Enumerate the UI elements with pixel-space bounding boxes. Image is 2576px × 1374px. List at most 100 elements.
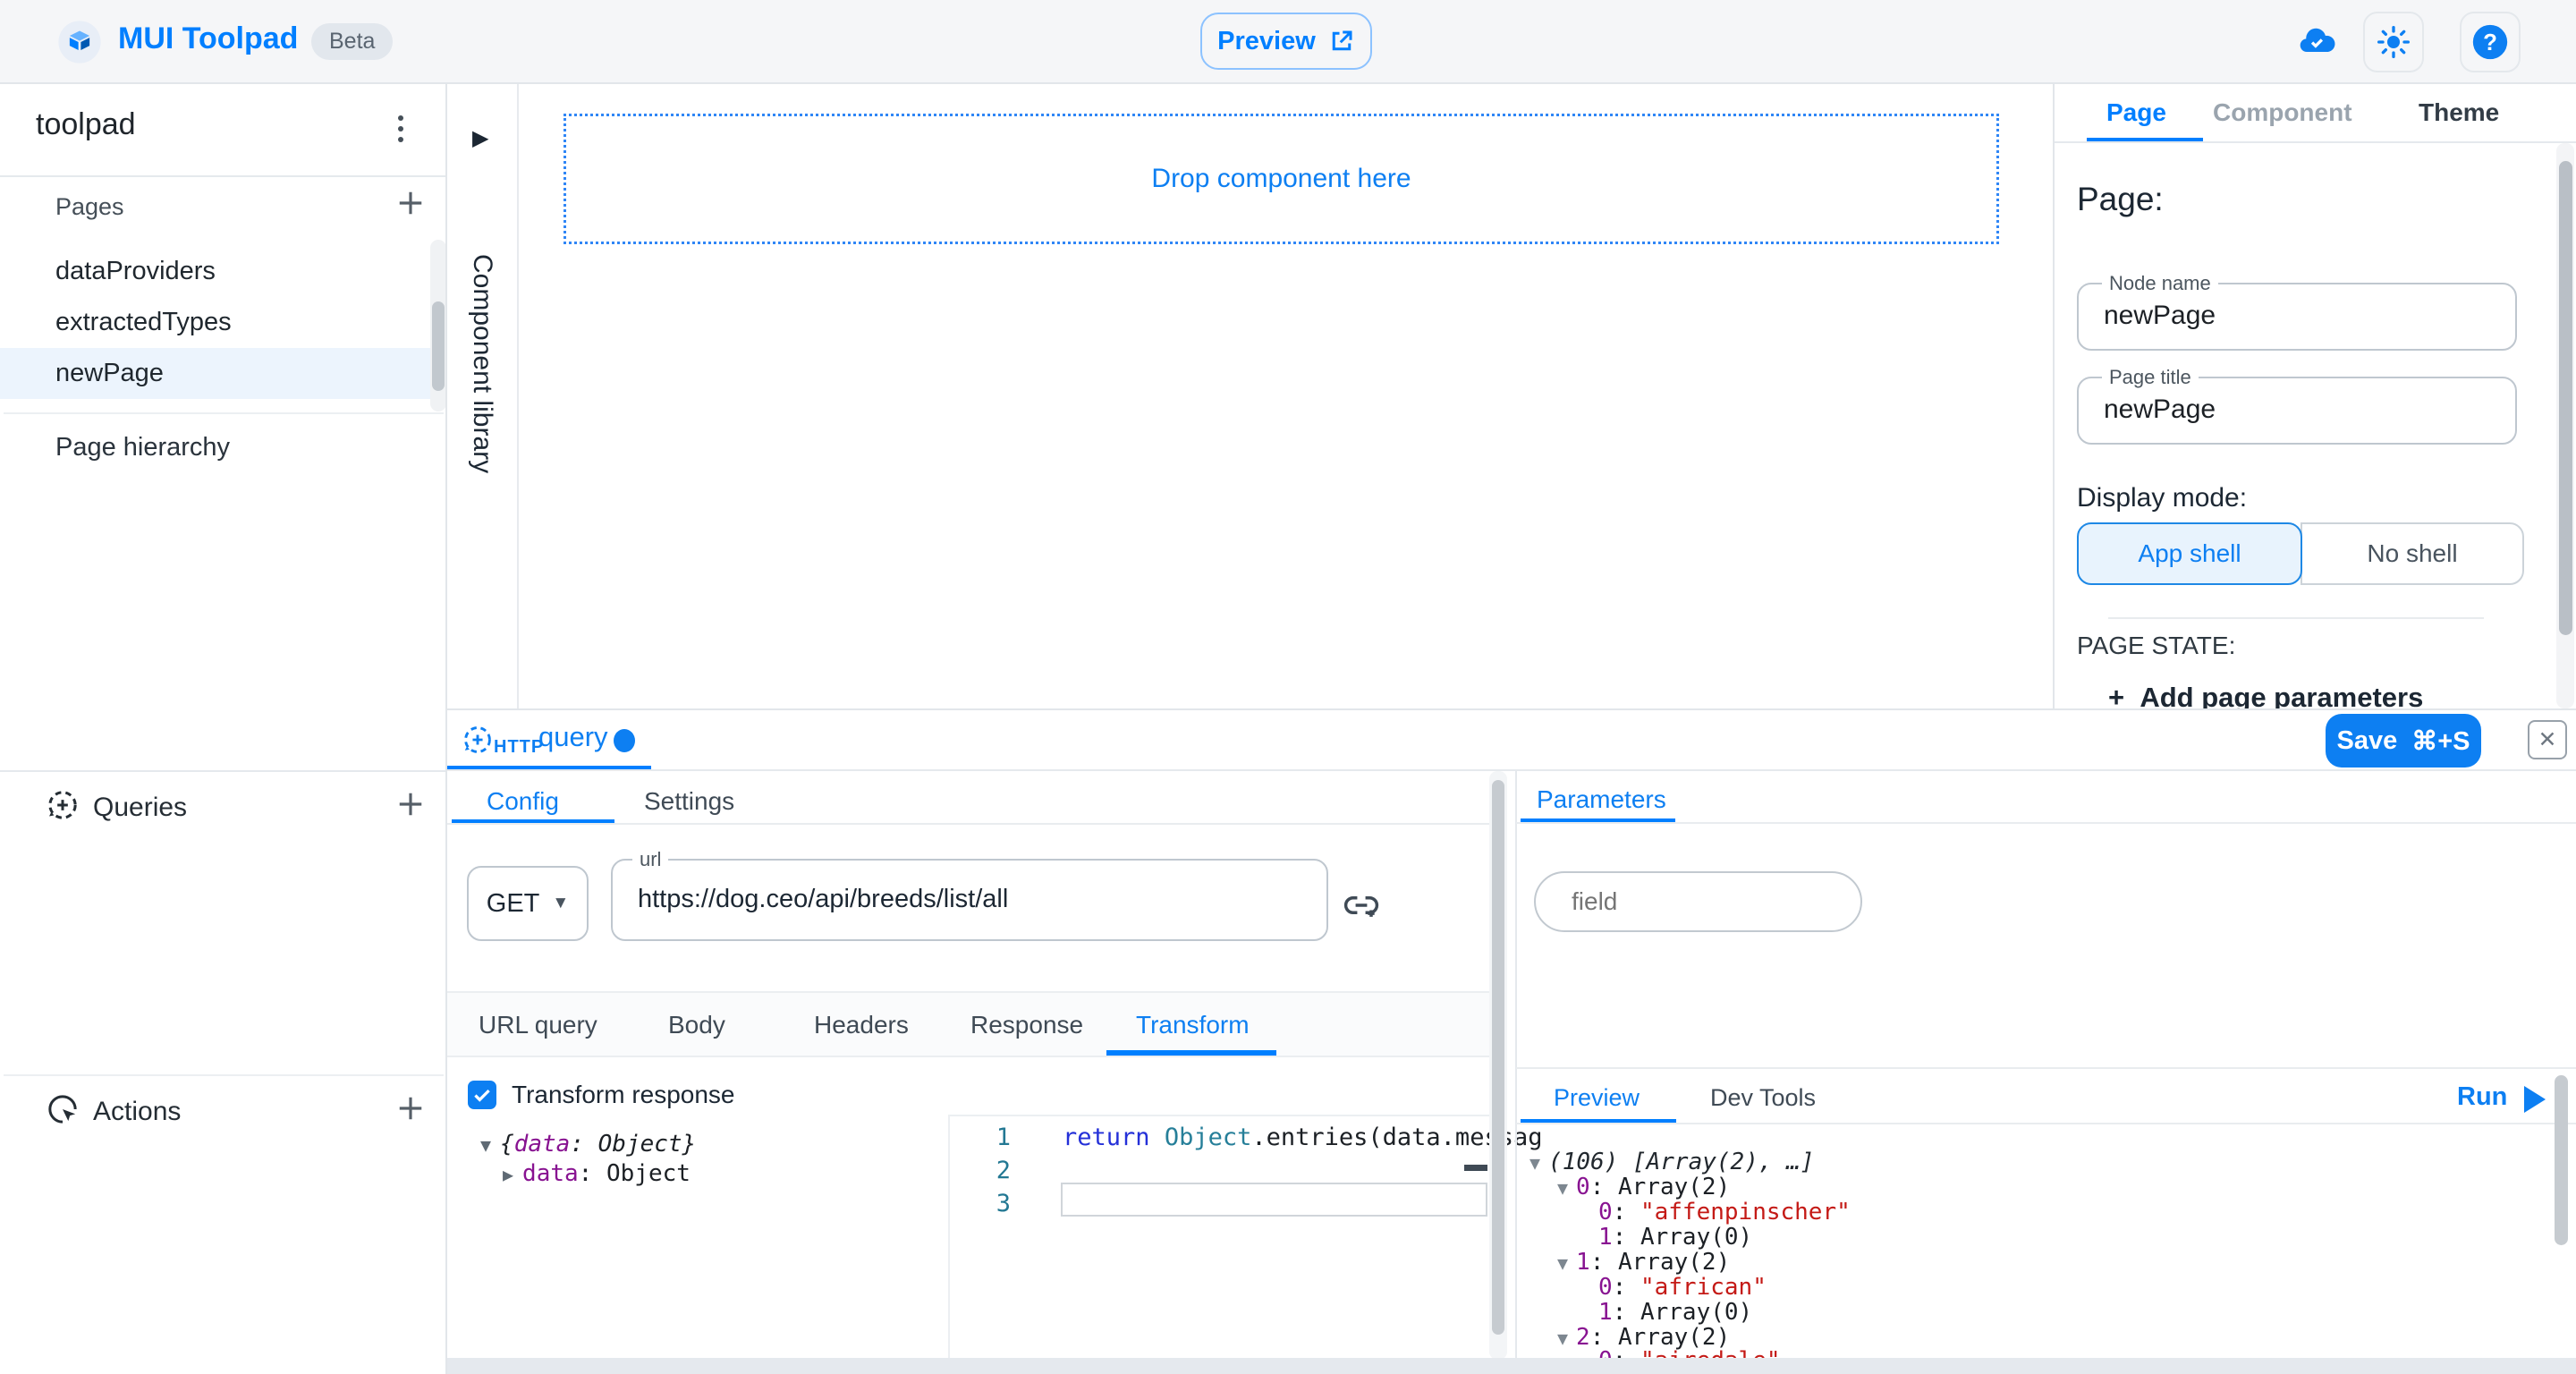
display-mode-app-shell[interactable]: App shell (2077, 522, 2302, 585)
help-icon: ? (2470, 21, 2511, 63)
project-menu-button[interactable] (383, 109, 419, 148)
query-type-icon (461, 723, 495, 757)
page-title-input[interactable] (2104, 384, 2488, 436)
editor-line-number: 3 (946, 1190, 1011, 1217)
add-query-button[interactable] (392, 785, 429, 823)
page-list-item[interactable]: extractedTypes (0, 297, 430, 348)
json-tree-line[interactable]: 1: Array(0) (1598, 1299, 1752, 1326)
close-query-editor-button[interactable]: ✕ (2528, 720, 2567, 759)
tab-settings[interactable]: Settings (644, 787, 734, 816)
tab-page[interactable]: Page (2106, 98, 2166, 127)
display-mode-label: Display mode: (2077, 483, 2247, 513)
bottom-status-strip (447, 1358, 2576, 1374)
chevron-right-icon[interactable]: ▶ (472, 125, 488, 151)
header-bar: MUI Toolpad Beta Preview (0, 0, 2576, 84)
json-tree-line[interactable]: ▼1: Array(2) (1557, 1249, 1730, 1276)
request-subtabs-bar: URL query Body Headers Response Transfor… (447, 991, 1489, 1057)
tab-parameters[interactable]: Parameters (1537, 785, 1666, 814)
tab-theme[interactable]: Theme (2419, 98, 2499, 127)
parameter-field-input[interactable] (1572, 880, 1840, 923)
page-list-item-selected[interactable]: newPage (0, 348, 430, 399)
beta-badge: Beta (311, 23, 393, 60)
app-title: MUI Toolpad (118, 21, 298, 56)
tab-body[interactable]: Body (668, 1011, 725, 1039)
inspector-heading: Page: (2077, 181, 2164, 218)
page-state-label: PAGE STATE: (2077, 632, 2235, 660)
add-page-parameters-button[interactable]: + Add page parameters (2108, 682, 2423, 708)
panel-scrollbar-thumb[interactable] (1492, 780, 1504, 1335)
tab-config[interactable]: Config (487, 787, 559, 816)
triangle-right-icon: ▶ (503, 1164, 513, 1185)
sidebar: toolpad Pages dataProviders extractedTyp… (0, 84, 447, 1374)
transform-response-checkbox[interactable] (468, 1081, 496, 1109)
tab-headers[interactable]: Headers (814, 1011, 909, 1039)
drop-component-zone[interactable]: Drop component here (564, 114, 1999, 244)
query-tab[interactable]: query (538, 721, 608, 753)
http-method-select[interactable]: GET ▼ (467, 866, 589, 941)
close-icon: ✕ (2538, 726, 2557, 753)
tab-component[interactable]: Component (2213, 98, 2352, 127)
json-tree-line[interactable]: ▼0: Array(2) (1557, 1174, 1730, 1200)
page-hierarchy-label[interactable]: Page hierarchy (55, 433, 230, 462)
editor-line-number: 2 (946, 1157, 1011, 1184)
save-button[interactable]: Save ⌘+S (2326, 714, 2481, 768)
transform-tree-root[interactable]: ▼{data: Object} (480, 1131, 696, 1158)
node-name-input[interactable] (2104, 290, 2488, 342)
project-title: toolpad (36, 107, 136, 142)
inspector-panel: Page Component Theme Page: Node name Pag… (2053, 84, 2576, 708)
transform-response-label: Transform response (512, 1081, 735, 1109)
add-action-button[interactable] (392, 1090, 429, 1127)
preview-scrollbar-thumb[interactable] (2555, 1075, 2568, 1245)
canvas-area: ▶ Component library Drop component here (447, 84, 2053, 708)
queries-section-label: Queries (93, 793, 187, 823)
url-input[interactable] (638, 869, 1300, 929)
tab-url-query[interactable]: URL query (479, 1011, 597, 1039)
help-button[interactable]: ? (2460, 12, 2521, 72)
inspector-scrollbar-thumb[interactable] (2559, 161, 2572, 635)
actions-section-label: Actions (93, 1097, 181, 1127)
preview-button-label: Preview (1217, 27, 1316, 56)
query-editor-panel: HTTP query Save ⌘+S ✕ Config Settings GE… (447, 708, 2576, 1358)
component-library-strip[interactable]: ▶ Component library (447, 84, 519, 708)
drop-zone-label: Drop component here (1151, 164, 1411, 194)
toolpad-logo (57, 20, 102, 64)
chevron-down-icon: ▼ (552, 894, 569, 913)
component-library-label: Component library (467, 254, 497, 473)
editor-overview-mark (1464, 1165, 1487, 1171)
http-badge: HTTP (494, 737, 544, 758)
preview-button[interactable]: Preview (1200, 13, 1372, 70)
page-list-item[interactable]: dataProviders (0, 246, 430, 297)
run-button[interactable]: Run (2457, 1082, 2507, 1112)
node-name-field[interactable]: Node name (2077, 283, 2517, 351)
parameter-field[interactable] (1534, 871, 1862, 932)
plus-icon: + (2108, 682, 2140, 708)
json-tree-line[interactable]: 1: Array(0) (1598, 1224, 1752, 1251)
add-page-button[interactable] (392, 184, 429, 222)
url-field[interactable]: url (611, 859, 1328, 941)
editor-widget-box[interactable] (1061, 1183, 1487, 1217)
external-link-icon (1328, 28, 1355, 55)
play-icon[interactable] (2524, 1086, 2546, 1113)
theme-toggle-button[interactable] (2363, 12, 2424, 72)
json-tree-line[interactable]: 0: "airedale" (1598, 1347, 1781, 1358)
app-root: MUI Toolpad Beta Preview (0, 0, 2576, 1374)
tab-transform[interactable]: Transform (1136, 1011, 1250, 1039)
display-mode-no-shell[interactable]: No shell (2301, 522, 2524, 585)
editor-code-line[interactable]: return Object.entries(data.messag (1063, 1124, 1542, 1151)
json-tree-line[interactable]: ▼(106) [Array(2), …] (1530, 1149, 1814, 1175)
tab-response[interactable]: Response (970, 1011, 1083, 1039)
queries-icon (45, 787, 80, 823)
bind-link-icon[interactable] (1342, 886, 1381, 925)
json-tree-line[interactable]: 0: "african" (1598, 1274, 1767, 1301)
pages-scrollbar-thumb[interactable] (432, 301, 445, 391)
page-title-field[interactable]: Page title (2077, 377, 2517, 445)
cloud-done-icon (2290, 22, 2343, 62)
pages-section-label: Pages (55, 193, 124, 221)
sun-icon (2376, 24, 2411, 60)
triangle-down-icon: ▼ (480, 1134, 491, 1156)
tab-preview[interactable]: Preview (1554, 1084, 1640, 1112)
transform-tree-child[interactable]: ▶data: Object (503, 1160, 691, 1187)
svg-text:?: ? (2483, 30, 2497, 55)
json-tree-line[interactable]: 0: "affenpinscher" (1598, 1199, 1851, 1226)
tab-dev-tools[interactable]: Dev Tools (1710, 1084, 1816, 1112)
